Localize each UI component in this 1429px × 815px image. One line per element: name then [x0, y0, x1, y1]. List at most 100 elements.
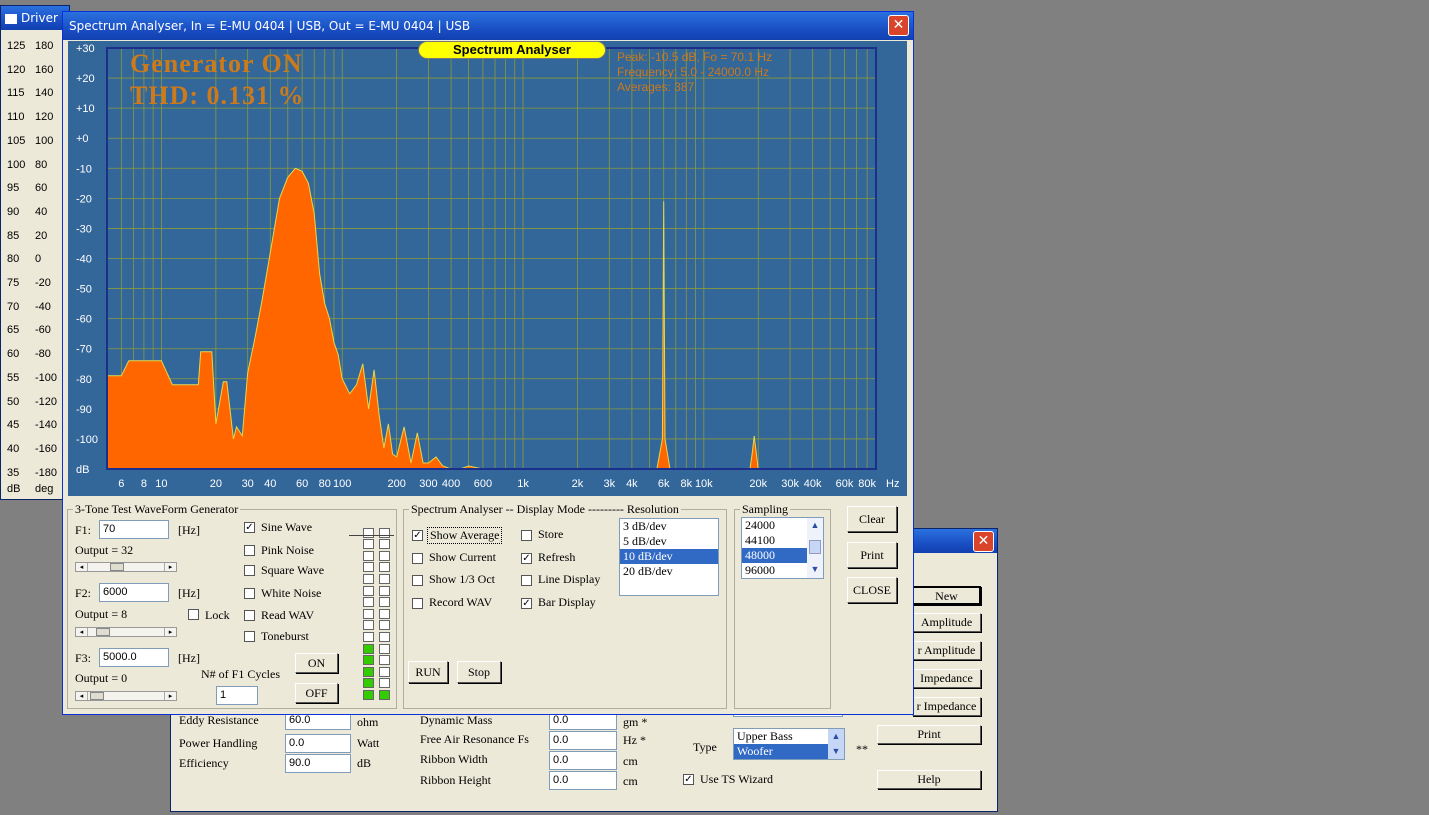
f1-input[interactable]: 70 — [99, 520, 169, 539]
scale-db-value: 115 — [7, 87, 25, 100]
driver-amplitude-button[interactable]: r Amplitude — [912, 641, 981, 660]
meter-marker — [349, 535, 394, 536]
bar-display-label: Bar Display — [538, 595, 596, 609]
generator-on-button[interactable]: ON — [295, 653, 338, 673]
sampling-scrollbar[interactable]: ▲ ▼ — [807, 518, 823, 578]
spectrum-titlebar[interactable]: Spectrum Analyser, In = E-MU 0404 | USB,… — [63, 12, 913, 40]
sampling-option[interactable]: 24000 — [742, 518, 807, 533]
resolution-option[interactable]: 5 dB/dev — [620, 534, 718, 549]
sampling-option[interactable]: 96000 — [742, 563, 807, 578]
driver-titlebar[interactable]: Driver — [1, 6, 69, 30]
new-button[interactable]: New — [912, 586, 981, 605]
y-tick-label: +10 — [76, 103, 95, 115]
meter-segment — [379, 585, 390, 596]
resolution-option[interactable]: 3 dB/dev — [620, 519, 718, 534]
scroll-thumb[interactable] — [809, 540, 821, 554]
bar-display-checkbox[interactable]: ✓ — [521, 598, 532, 609]
y-tick-label: +0 — [76, 133, 89, 145]
scale-deg-value: 20 — [35, 229, 48, 242]
scale-db-value: 100 — [7, 158, 26, 171]
slider-thumb[interactable] — [110, 563, 124, 571]
scale-db-value: 55 — [7, 371, 20, 384]
sampling-list[interactable]: 24000 44100 48000 96000 ▲ ▼ — [741, 517, 824, 579]
record-wav-label: Record WAV — [429, 595, 493, 609]
ribbon-height-field[interactable]: 0.0 — [549, 771, 617, 790]
close-icon[interactable]: ✕ — [888, 15, 909, 36]
scale-db-value: 40 — [7, 442, 20, 455]
scale-unit-db: dB — [7, 483, 21, 495]
f3-input[interactable]: 5000.0 — [99, 648, 169, 667]
type-list[interactable]: Upper Bass Woofer ▲ ▼ — [733, 728, 845, 760]
resolution-option[interactable]: 10 dB/dev — [620, 549, 718, 564]
f1-slider[interactable]: ◂ ▸ — [75, 562, 177, 572]
slider-thumb[interactable] — [96, 628, 110, 636]
refresh-checkbox[interactable]: ✓ — [521, 553, 532, 564]
sampling-option[interactable]: 48000 — [742, 548, 807, 563]
store-checkbox[interactable] — [521, 530, 532, 541]
driver-impedance-button[interactable]: r Impedance — [912, 697, 981, 716]
show-third-octave-checkbox[interactable] — [412, 575, 423, 586]
slider-thumb[interactable] — [90, 692, 104, 700]
f2-slider[interactable]: ◂ ▸ — [75, 627, 177, 637]
power-field[interactable]: 0.0 — [285, 734, 351, 753]
f2-input[interactable]: 6000 — [99, 583, 169, 602]
meter-segment — [379, 539, 390, 550]
fs-label: Free Air Resonance Fs — [420, 732, 529, 746]
stop-button[interactable]: Stop — [457, 661, 501, 683]
slider-right-icon[interactable]: ▸ — [164, 692, 176, 700]
x-tick-label: 1k — [517, 478, 529, 490]
wave-checkbox[interactable] — [244, 610, 255, 621]
eddy-unit: ohm — [357, 715, 379, 729]
efficiency-unit: dB — [357, 756, 372, 770]
f3-slider[interactable]: ◂ ▸ — [75, 691, 177, 701]
resolution-list[interactable]: 3 dB/dev 5 dB/dev 10 dB/dev 20 dB/dev — [619, 518, 719, 596]
slider-right-icon[interactable]: ▸ — [164, 628, 176, 636]
y-tick-label: dB — [76, 464, 89, 476]
meter-segment — [379, 550, 390, 561]
ts-wizard-checkbox[interactable]: ✓ — [683, 774, 694, 785]
slider-left-icon[interactable]: ◂ — [76, 692, 88, 700]
meter-segment — [363, 655, 374, 666]
scroll-down-icon[interactable]: ▼ — [807, 562, 823, 576]
wave-checkbox[interactable] — [244, 631, 255, 642]
wave-checkbox[interactable]: ✓ — [244, 522, 255, 533]
close-icon[interactable]: ✕ — [973, 531, 994, 552]
lock-checkbox[interactable] — [188, 609, 199, 620]
record-wav-checkbox[interactable] — [412, 598, 423, 609]
wave-checkbox[interactable] — [244, 588, 255, 599]
line-display-checkbox[interactable] — [521, 575, 532, 586]
generator-off-button[interactable]: OFF — [295, 683, 338, 703]
slider-left-icon[interactable]: ◂ — [76, 628, 88, 636]
help-button[interactable]: Help — [877, 770, 981, 789]
x-tick-label: 8k — [680, 478, 692, 490]
resolution-option[interactable]: 20 dB/dev — [620, 564, 718, 579]
amplitude-button[interactable]: Amplitude — [912, 613, 981, 632]
cycles-input[interactable]: 1 — [216, 686, 258, 705]
x-tick-label: 8 — [141, 478, 147, 490]
type-option-selected[interactable]: Woofer — [734, 744, 828, 759]
run-button[interactable]: RUN — [408, 661, 448, 683]
close-button[interactable]: CLOSE — [847, 577, 897, 603]
slider-left-icon[interactable]: ◂ — [76, 563, 88, 571]
show-average-checkbox[interactable]: ✓ — [412, 530, 423, 541]
show-average-label[interactable]: Show Average — [427, 527, 503, 544]
scroll-up-icon[interactable]: ▲ — [807, 518, 823, 532]
print-button[interactable]: Print — [847, 542, 897, 568]
scale-db-value: 70 — [7, 300, 20, 313]
sampling-option[interactable]: 44100 — [742, 533, 807, 548]
power-label: Power Handling — [179, 736, 258, 750]
scroll-down-icon[interactable]: ▼ — [828, 744, 844, 759]
slider-right-icon[interactable]: ▸ — [164, 563, 176, 571]
scroll-up-icon[interactable]: ▲ — [828, 729, 844, 744]
wave-checkbox[interactable] — [244, 545, 255, 556]
x-tick-label: 20 — [210, 478, 222, 490]
efficiency-field[interactable]: 90.0 — [285, 754, 351, 773]
wave-checkbox[interactable] — [244, 565, 255, 576]
show-current-checkbox[interactable] — [412, 553, 423, 564]
fs-field[interactable]: 0.0 — [549, 731, 617, 750]
ribbon-width-field[interactable]: 0.0 — [549, 751, 617, 770]
type-scrollbar[interactable]: ▲ ▼ — [828, 729, 844, 759]
impedance-button[interactable]: Impedance — [912, 669, 981, 688]
print-button[interactable]: Print — [877, 725, 981, 744]
clear-button[interactable]: Clear — [847, 506, 897, 532]
